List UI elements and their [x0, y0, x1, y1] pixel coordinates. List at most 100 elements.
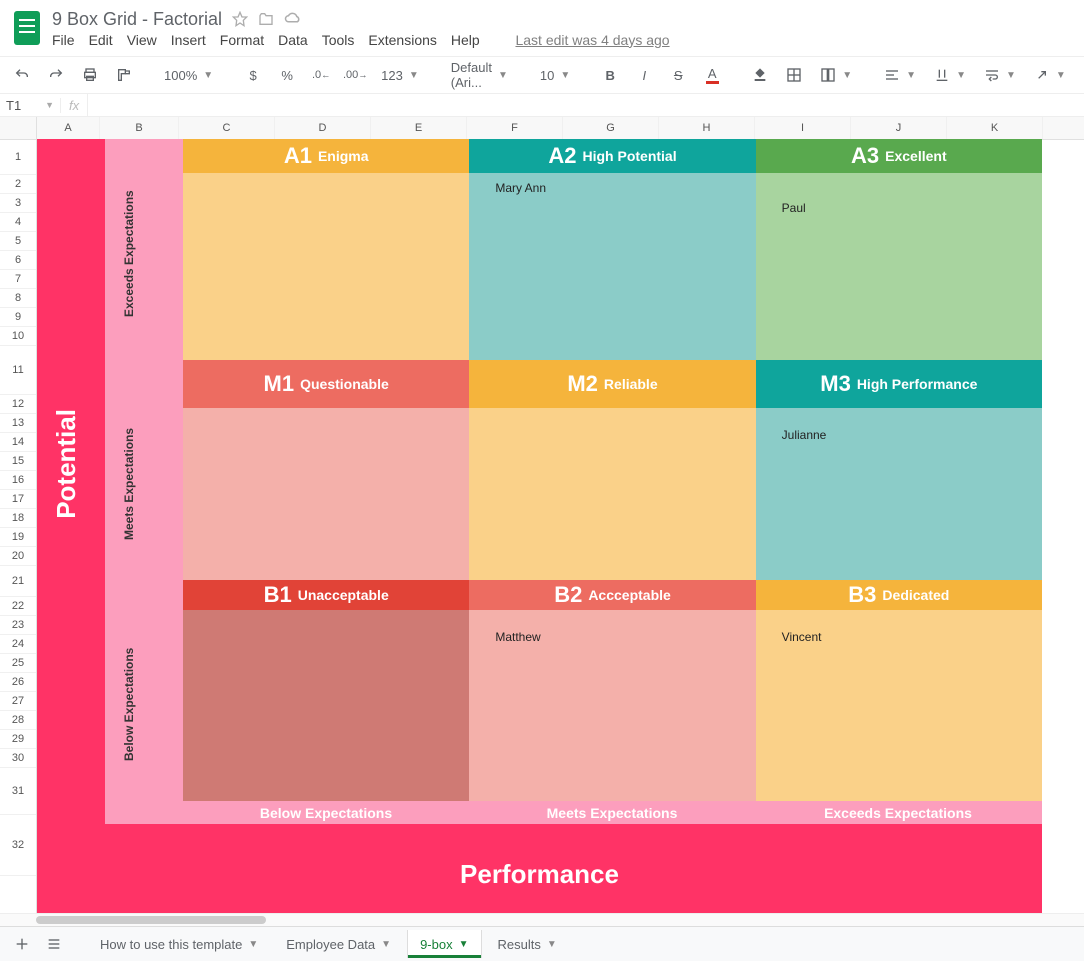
spreadsheet-grid[interactable]: 1234567891011121314151617181920212223242…	[0, 117, 1084, 913]
column-header[interactable]: F	[467, 117, 563, 139]
column-header[interactable]: H	[659, 117, 755, 139]
column-header[interactable]: K	[947, 117, 1043, 139]
menu-tools[interactable]: Tools	[322, 32, 355, 48]
row-header[interactable]: 8	[0, 289, 36, 308]
row-header[interactable]: 19	[0, 528, 36, 547]
row-header[interactable]: 1	[0, 140, 36, 175]
col-label-meets: Meets Expectations	[469, 805, 755, 821]
cloud-status-icon[interactable]	[284, 11, 300, 27]
row-header[interactable]: 14	[0, 433, 36, 452]
row-header[interactable]: 31	[0, 768, 36, 815]
text-rotation-dropdown[interactable]: ▼	[1028, 63, 1072, 87]
bold-button[interactable]: B	[596, 63, 624, 87]
row-header[interactable]: 3	[0, 194, 36, 213]
row-header[interactable]: 6	[0, 251, 36, 270]
column-header[interactable]: E	[371, 117, 467, 139]
row-headers: 1234567891011121314151617181920212223242…	[0, 117, 37, 913]
column-header[interactable]: G	[563, 117, 659, 139]
row-header[interactable]: 9	[0, 308, 36, 327]
font-size-dropdown[interactable]: 10▼	[534, 63, 576, 87]
horizontal-align-dropdown[interactable]: ▼	[878, 63, 922, 87]
row-header[interactable]: 12	[0, 395, 36, 414]
row-label-meets: Meets Expectations	[122, 399, 136, 569]
text-wrap-dropdown[interactable]: ▼	[978, 63, 1022, 87]
row-header[interactable]: 4	[0, 213, 36, 232]
name-box[interactable]: T1▼	[0, 98, 61, 113]
row-header[interactable]: 21	[0, 566, 36, 597]
row-header[interactable]: 24	[0, 635, 36, 654]
cell-a2: A2High Potential Mary Ann	[469, 139, 755, 360]
row-header[interactable]: 26	[0, 673, 36, 692]
row-header[interactable]: 28	[0, 711, 36, 730]
sheet-tab-9box[interactable]: 9-box▼	[407, 930, 481, 958]
zoom-dropdown[interactable]: 100%▼	[158, 63, 219, 87]
print-icon[interactable]	[76, 63, 104, 87]
all-sheets-button[interactable]	[40, 930, 68, 958]
text-color-button[interactable]: A	[698, 63, 726, 87]
column-header[interactable]: A	[37, 117, 100, 139]
menu-data[interactable]: Data	[278, 32, 308, 48]
menu-format[interactable]: Format	[220, 32, 264, 48]
row-header[interactable]: 25	[0, 654, 36, 673]
column-header[interactable]: B	[100, 117, 179, 139]
menu-help[interactable]: Help	[451, 32, 480, 48]
row-header[interactable]: 10	[0, 327, 36, 346]
select-all-corner[interactable]	[0, 117, 36, 140]
row-header[interactable]: 29	[0, 730, 36, 749]
menu-extensions[interactable]: Extensions	[368, 32, 436, 48]
move-icon[interactable]	[258, 11, 274, 27]
menu-file[interactable]: File	[52, 32, 75, 48]
row-header[interactable]: 27	[0, 692, 36, 711]
format-as-currency-button[interactable]: $	[239, 63, 267, 87]
borders-icon[interactable]	[780, 63, 808, 87]
pink-panel: Exceeds Expectations Meets Expectations …	[105, 139, 1042, 824]
increase-decimal-button[interactable]: .00→	[341, 63, 369, 87]
horizontal-scrollbar[interactable]	[0, 913, 1084, 926]
more-formats-dropdown[interactable]: 123▼	[375, 63, 425, 87]
menu-view[interactable]: View	[127, 32, 157, 48]
row-header[interactable]: 22	[0, 597, 36, 616]
row-header[interactable]: 18	[0, 509, 36, 528]
row-header[interactable]: 23	[0, 616, 36, 635]
doc-title[interactable]: 9 Box Grid - Factorial	[52, 9, 222, 30]
star-icon[interactable]	[232, 11, 248, 27]
column-header[interactable]: C	[179, 117, 275, 139]
add-sheet-button[interactable]	[8, 930, 36, 958]
menu-insert[interactable]: Insert	[171, 32, 206, 48]
row-header[interactable]: 7	[0, 270, 36, 289]
undo-icon[interactable]	[8, 63, 36, 87]
row-header[interactable]: 5	[0, 232, 36, 251]
strikethrough-button[interactable]: S	[664, 63, 692, 87]
paint-format-icon[interactable]	[110, 63, 138, 87]
fx-label: fx	[61, 94, 88, 116]
redo-icon[interactable]	[42, 63, 70, 87]
sheet-tab-howto[interactable]: How to use this template▼	[88, 930, 270, 958]
row-header[interactable]: 32	[0, 815, 36, 876]
format-as-percent-button[interactable]: %	[273, 63, 301, 87]
last-edit-link[interactable]: Last edit was 4 days ago	[515, 32, 669, 48]
cell-b1: B1Unacceptable	[183, 580, 469, 801]
merge-cells-dropdown[interactable]: ▼	[814, 63, 858, 87]
row-label-below: Below Expectations	[122, 619, 136, 789]
row-header[interactable]: 2	[0, 175, 36, 194]
decrease-decimal-button[interactable]: .0←	[307, 63, 335, 87]
menu-edit[interactable]: Edit	[89, 32, 113, 48]
vertical-align-dropdown[interactable]: ▼	[928, 63, 972, 87]
row-header[interactable]: 30	[0, 749, 36, 768]
sheet-tab-results[interactable]: Results▼	[486, 930, 569, 958]
column-header[interactable]: I	[755, 117, 851, 139]
row-header[interactable]: 13	[0, 414, 36, 433]
row-header[interactable]: 11	[0, 346, 36, 395]
row-header[interactable]: 20	[0, 547, 36, 566]
row-header[interactable]: 17	[0, 490, 36, 509]
row-header[interactable]: 15	[0, 452, 36, 471]
col-label-exceeds: Exceeds Expectations	[755, 805, 1041, 821]
italic-button[interactable]: I	[630, 63, 658, 87]
fill-color-icon[interactable]	[746, 63, 774, 87]
row-header[interactable]: 16	[0, 471, 36, 490]
column-header[interactable]: J	[851, 117, 947, 139]
column-header[interactable]: D	[275, 117, 371, 139]
formula-row: T1▼ fx	[0, 94, 1084, 117]
font-dropdown[interactable]: Default (Ari...▼	[445, 63, 514, 87]
sheet-tab-employee-data[interactable]: Employee Data▼	[274, 930, 403, 958]
